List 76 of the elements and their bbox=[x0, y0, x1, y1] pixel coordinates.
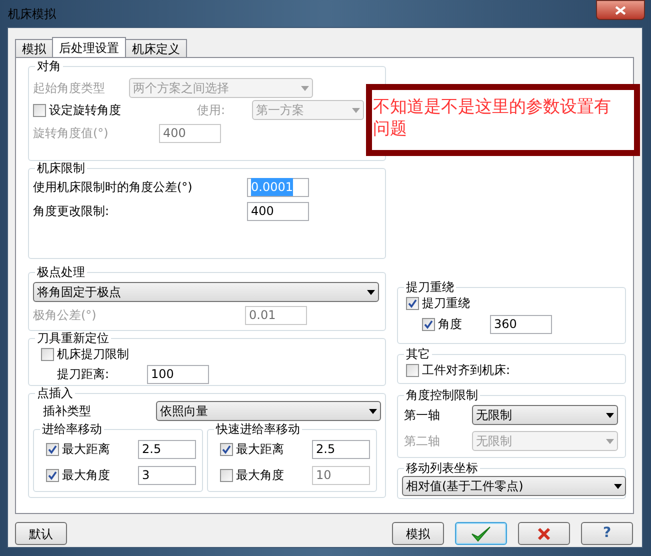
caret-icon bbox=[301, 86, 309, 90]
checkbox[interactable] bbox=[422, 318, 435, 330]
caret-icon bbox=[352, 108, 360, 112]
checkbox-label: 设定旋转角度 bbox=[49, 102, 121, 119]
check-icon bbox=[48, 444, 57, 454]
field-label: 使用: bbox=[197, 102, 226, 119]
input-field[interactable]: 3 bbox=[138, 466, 196, 484]
group-title: 点插入 bbox=[36, 386, 74, 400]
checkbox-label: 最大角度 bbox=[62, 467, 110, 484]
checkbox-label: 工件对齐到机床: bbox=[422, 362, 510, 379]
group-title: 刀具重新定位 bbox=[36, 331, 110, 345]
group-title: 角度控制限制 bbox=[405, 388, 479, 402]
input-field[interactable]: 400 bbox=[247, 202, 309, 220]
dropdown[interactable]: 将角固定于极点 bbox=[33, 282, 379, 302]
field-label: 使用机床限制时的角度公差(°) bbox=[33, 179, 194, 196]
ok-button[interactable] bbox=[455, 522, 507, 545]
check-icon bbox=[408, 298, 417, 308]
close-icon bbox=[537, 526, 551, 540]
dropdown[interactable]: 无限制 bbox=[472, 405, 618, 425]
group-title: 进给率移动 bbox=[41, 422, 103, 436]
checkbox-label: 最大距离 bbox=[62, 441, 110, 458]
input-field[interactable]: 2.5 bbox=[312, 440, 370, 458]
field-label: 极角公差(°) bbox=[33, 307, 98, 324]
field-label: 角度更改限制: bbox=[33, 203, 110, 220]
field-label: 插补类型 bbox=[43, 403, 92, 420]
field-label: 旋转角度值(°) bbox=[33, 125, 110, 142]
group-title: 机床限制 bbox=[36, 161, 86, 175]
window-title: 机床模拟 bbox=[8, 6, 56, 23]
input-field[interactable]: 2.5 bbox=[138, 440, 196, 458]
caret-icon bbox=[614, 484, 622, 488]
annotation-note: 不知道是不是这里的参数设置有问题 bbox=[366, 84, 640, 156]
checkbox[interactable] bbox=[406, 296, 419, 310]
dialog-button[interactable]: 模拟 bbox=[392, 522, 444, 545]
checkbox-label: 提刀重绕 bbox=[422, 295, 470, 312]
tab[interactable]: 后处理设置 bbox=[52, 37, 126, 57]
input-field[interactable]: 360 bbox=[490, 314, 552, 334]
checkbox-label: 最大角度 bbox=[236, 467, 284, 484]
tab[interactable]: 机床定义 bbox=[125, 39, 187, 57]
group-title: 移动列表坐标 bbox=[405, 461, 479, 475]
input-field[interactable]: 10 bbox=[312, 466, 370, 484]
help-button[interactable]: ? bbox=[581, 522, 633, 545]
checkbox-label: 最大距离 bbox=[236, 441, 284, 458]
caret-icon bbox=[369, 408, 377, 414]
group-title: 其它 bbox=[405, 347, 431, 361]
caret-icon bbox=[367, 290, 375, 294]
group-title: 提刀重绕 bbox=[405, 280, 455, 294]
field-label: 提刀距离: bbox=[57, 366, 110, 383]
checkbox[interactable] bbox=[220, 468, 233, 482]
group-title: 对角 bbox=[36, 59, 62, 73]
field-label: 起始角度类型 bbox=[33, 80, 106, 97]
checkbox[interactable] bbox=[41, 348, 54, 360]
dropdown[interactable]: 依照向量 bbox=[156, 401, 381, 421]
caret-icon bbox=[606, 438, 614, 444]
field-label: 第一轴 bbox=[404, 407, 441, 424]
field-label: 第二轴 bbox=[404, 433, 441, 450]
check-icon bbox=[471, 526, 491, 542]
input-field[interactable]: 100 bbox=[147, 364, 209, 384]
checkbox[interactable] bbox=[406, 364, 419, 376]
dropdown[interactable]: 相对值(基于工件零点) bbox=[402, 476, 626, 496]
checkbox[interactable] bbox=[33, 104, 46, 116]
checkbox[interactable] bbox=[46, 468, 59, 482]
checkbox[interactable] bbox=[220, 442, 233, 456]
group-title: 极点处理 bbox=[36, 265, 86, 279]
check-icon bbox=[424, 320, 433, 328]
checkbox[interactable] bbox=[46, 442, 59, 456]
checkbox-label: 角度 bbox=[438, 316, 462, 333]
check-icon bbox=[222, 444, 231, 454]
group-title: 快速进给率移动 bbox=[214, 422, 301, 436]
close-icon bbox=[615, 6, 626, 14]
cancel-button[interactable] bbox=[518, 522, 570, 545]
check-icon bbox=[48, 470, 57, 480]
checkbox-label: 机床提刀限制 bbox=[57, 346, 129, 363]
close-button[interactable] bbox=[596, 0, 645, 20]
caret-icon bbox=[606, 412, 614, 418]
tab[interactable]: 模拟 bbox=[15, 39, 53, 57]
dialog-button[interactable]: 默认 bbox=[15, 522, 67, 545]
